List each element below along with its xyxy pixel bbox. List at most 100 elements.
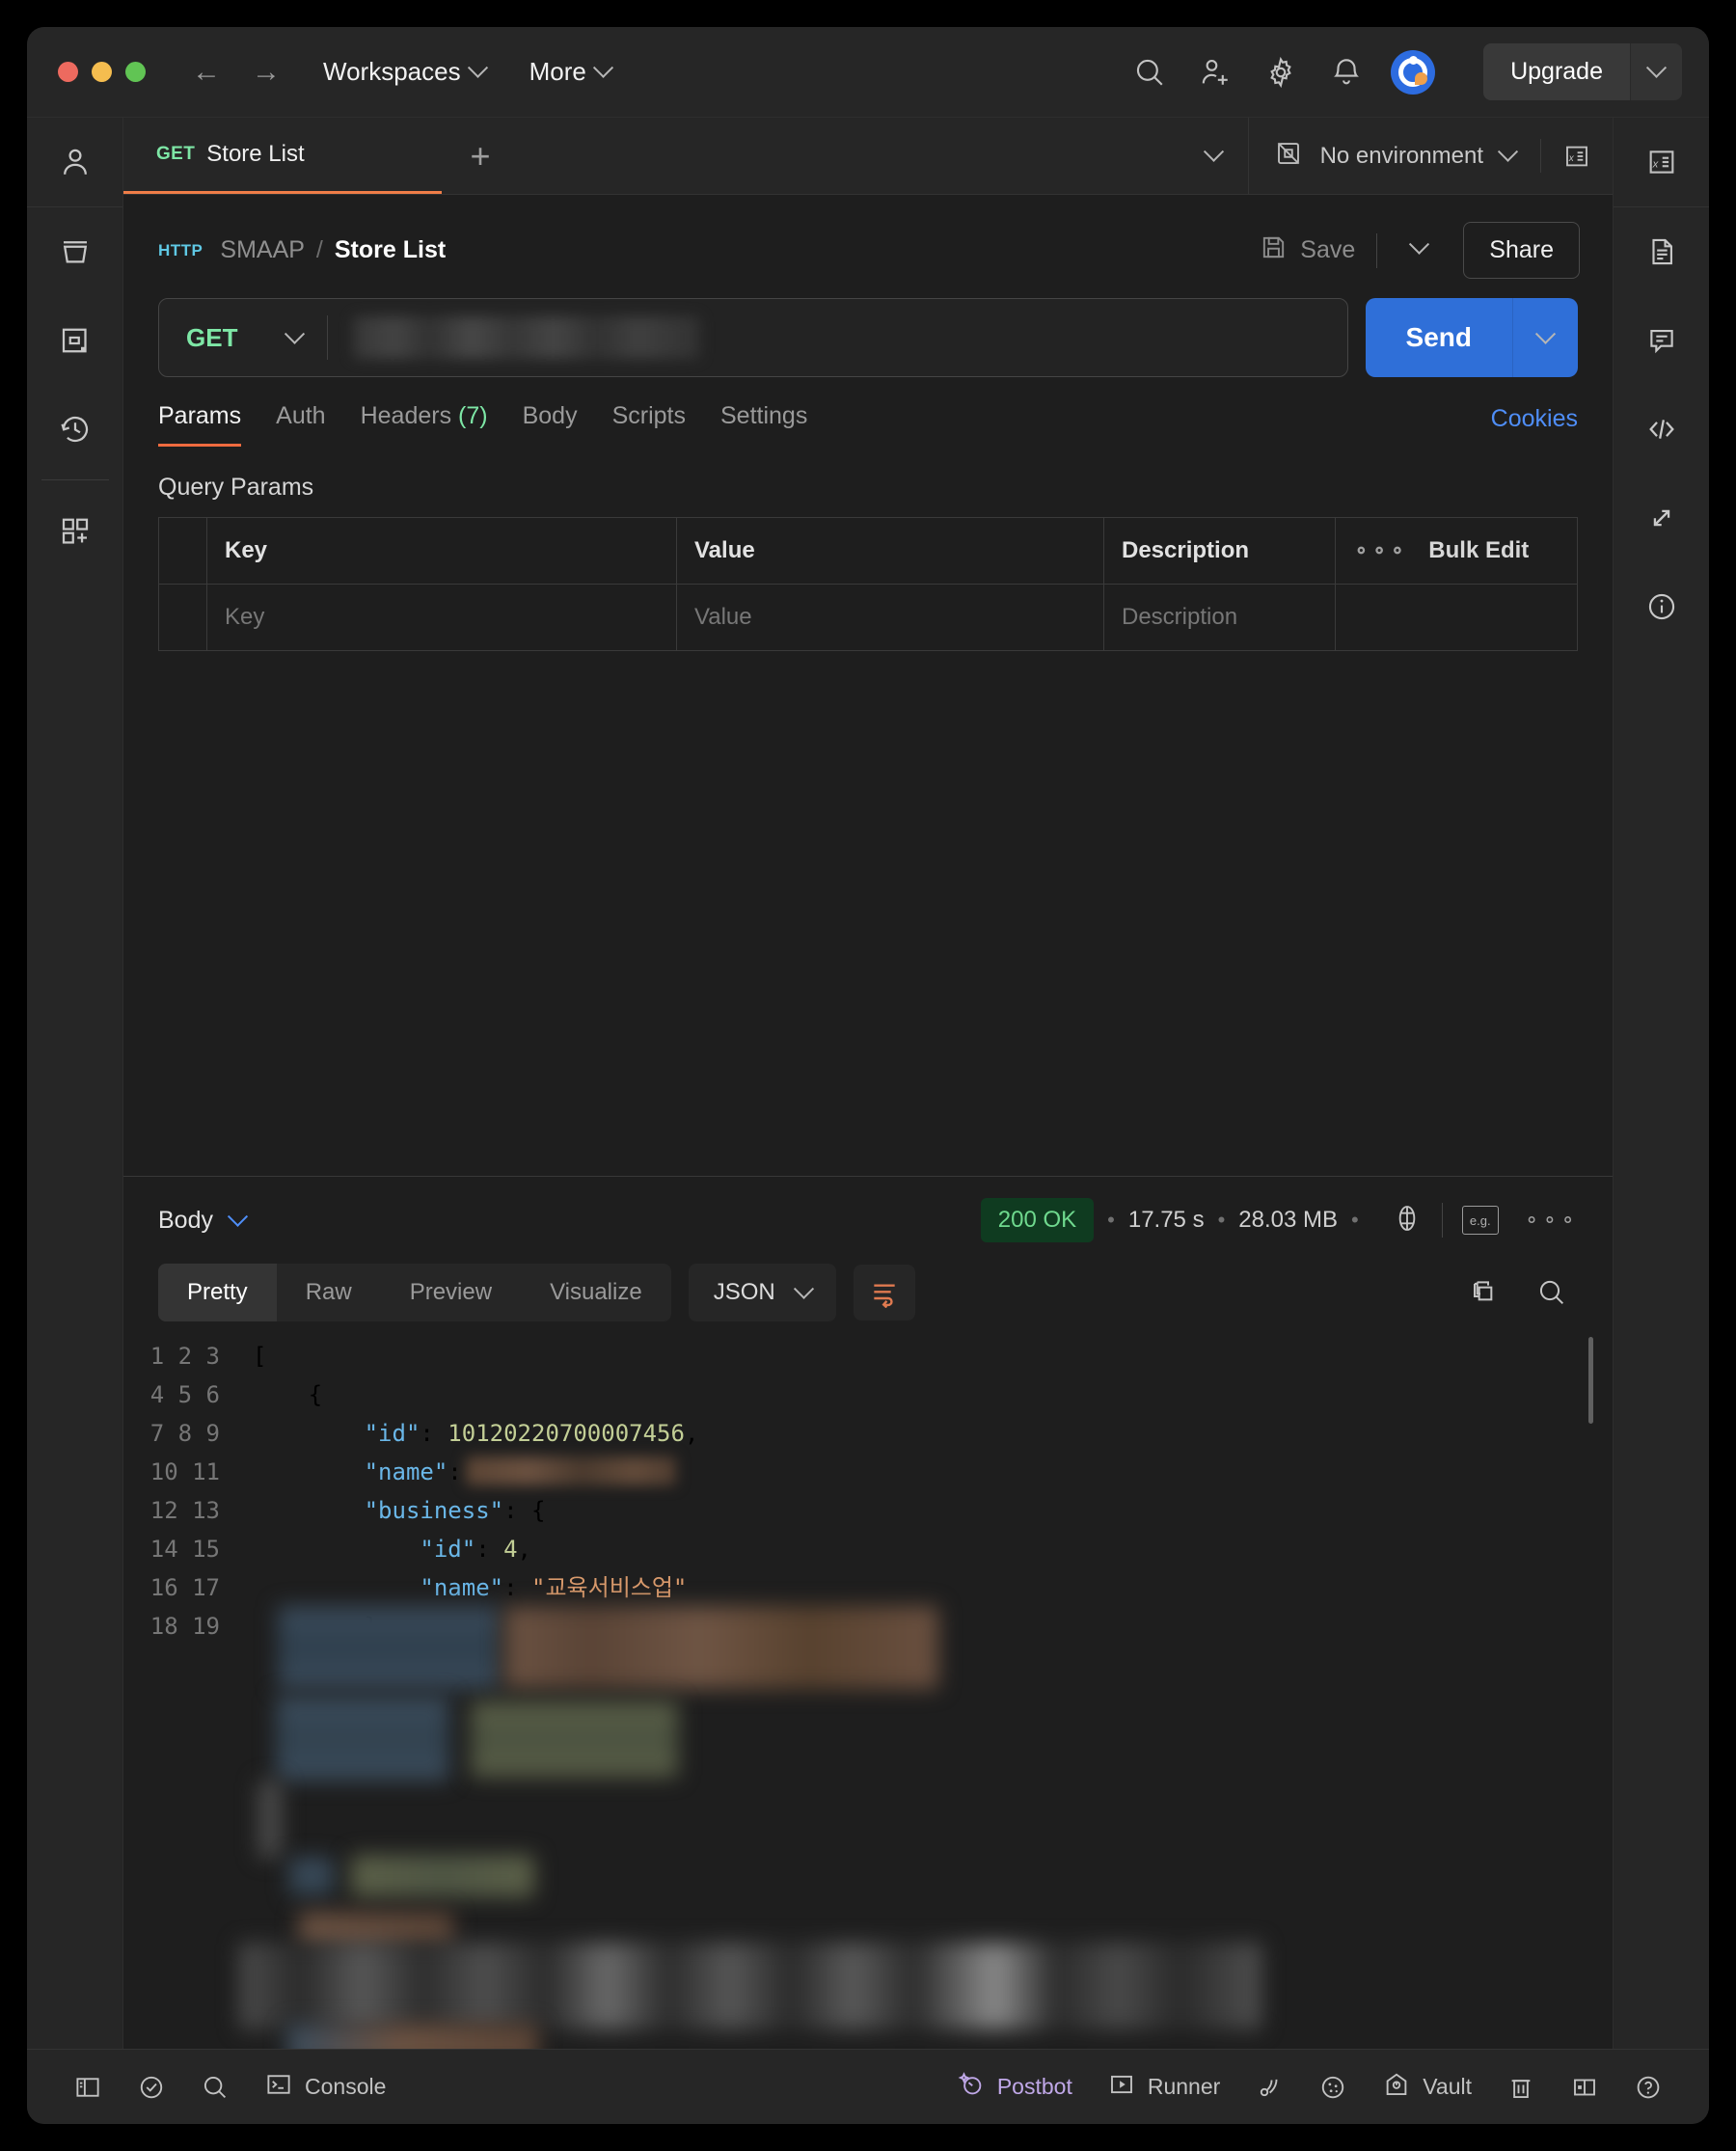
status-badge[interactable]: 200 OK	[980, 1198, 1095, 1242]
help-icon[interactable]	[1616, 2073, 1680, 2102]
response-size[interactable]: 28.03 MB	[1238, 1207, 1338, 1234]
response-body-selector[interactable]: Body	[158, 1206, 249, 1235]
sidebar-item-profile[interactable]	[27, 118, 123, 206]
example-response-icon[interactable]: e.g.	[1461, 1206, 1499, 1235]
wrap-lines-button[interactable]	[853, 1265, 915, 1321]
copy-icon[interactable]	[1456, 1266, 1508, 1319]
redacted-region	[258, 1781, 282, 1858]
breadcrumb-collection[interactable]: SMAAP	[220, 236, 305, 264]
view-tab-visualize[interactable]: Visualize	[521, 1264, 671, 1321]
toggle-sidebar-button[interactable]	[56, 2073, 120, 2102]
request-tab-name: Store List	[206, 141, 305, 167]
bulk-edit-cell: ⚬⚬⚬ Bulk Edit	[1336, 518, 1577, 584]
response-body-viewer[interactable]: 1 2 3 4 5 6 7 8 9 10 11 12 13 14 15 16 1…	[123, 1337, 1613, 2049]
view-tab-preview[interactable]: Preview	[381, 1264, 521, 1321]
close-window-button[interactable]	[58, 62, 78, 82]
postbot-button[interactable]: Postbot	[939, 2070, 1090, 2105]
environment-quick-look-icon[interactable]: x	[1541, 118, 1613, 194]
url-input[interactable]	[328, 299, 1346, 376]
chevron-down-icon	[1534, 323, 1557, 344]
response-more-options-icon[interactable]: ⚬⚬⚬	[1524, 1209, 1578, 1233]
cookies-icon[interactable]	[1301, 2073, 1365, 2102]
environment-label: No environment	[1319, 142, 1483, 169]
vault-button[interactable]: Vault	[1365, 2070, 1489, 2105]
save-label: Save	[1300, 236, 1356, 263]
center-column: GET Store List + No environment x HTTP S…	[123, 118, 1613, 2049]
back-arrow-icon[interactable]: ←	[192, 57, 221, 87]
sidebar-item-collections[interactable]	[27, 207, 123, 296]
sidebar-item-code-snippet[interactable]	[1614, 385, 1710, 474]
find-replace-icon[interactable]	[183, 2073, 247, 2102]
bell-icon[interactable]	[1325, 51, 1368, 94]
two-pane-layout-icon[interactable]	[1553, 2073, 1616, 2102]
http-method-selector[interactable]: GET	[159, 323, 327, 353]
chevron-down-icon	[227, 1206, 249, 1227]
request-tab-strip: GET Store List + No environment x	[123, 118, 1613, 195]
invite-user-icon[interactable]	[1194, 51, 1236, 94]
sidebar-item-new-app[interactable]	[27, 486, 123, 575]
sidebar-item-environment-quick-look[interactable]: x	[1614, 118, 1710, 206]
start-proxy-icon[interactable]	[1237, 2073, 1301, 2102]
response-format-selector[interactable]: JSON	[688, 1264, 836, 1321]
sidebar-item-comments[interactable]	[1614, 296, 1710, 385]
cookies-link[interactable]: Cookies	[1491, 405, 1578, 447]
response-body-label: Body	[158, 1206, 213, 1234]
save-options-button[interactable]	[1398, 233, 1440, 260]
redacted-region	[287, 2024, 538, 2049]
tabstrip-spacer	[519, 118, 1180, 194]
forward-arrow-icon[interactable]: →	[252, 57, 281, 87]
bulk-edit-button[interactable]: Bulk Edit	[1428, 537, 1529, 564]
avatar[interactable]	[1391, 49, 1436, 95]
tab-headers[interactable]: Headers (7)	[361, 402, 488, 447]
maximize-window-button[interactable]	[125, 62, 146, 82]
save-button[interactable]: Save	[1260, 233, 1355, 268]
request-tab-store-list[interactable]: GET Store List	[123, 118, 442, 194]
send-options-button[interactable]	[1512, 298, 1578, 377]
more-options-icon[interactable]: ⚬⚬⚬	[1353, 539, 1407, 563]
key-input[interactable]: Key	[207, 585, 677, 650]
description-input[interactable]: Description	[1104, 585, 1336, 650]
breadcrumb: HTTP SMAAP / Store List Save Share	[123, 195, 1613, 288]
sidebar-item-info[interactable]	[1614, 562, 1710, 651]
sidebar-item-history[interactable]	[27, 385, 123, 474]
send-button[interactable]: Send	[1365, 298, 1512, 377]
upgrade-dropdown-button[interactable]	[1630, 43, 1682, 100]
more-menu[interactable]: More	[529, 57, 613, 87]
gear-icon[interactable]	[1260, 51, 1302, 94]
new-tab-button[interactable]: +	[442, 118, 519, 194]
search-icon[interactable]	[1128, 51, 1171, 94]
row-checkbox[interactable]	[159, 585, 207, 650]
console-button[interactable]: Console	[247, 2070, 403, 2105]
tab-auth[interactable]: Auth	[276, 402, 325, 447]
network-globe-icon[interactable]	[1392, 1203, 1423, 1239]
view-tab-raw[interactable]: Raw	[277, 1264, 381, 1321]
sidebar-item-apis[interactable]	[27, 296, 123, 385]
url-redacted-overlay	[353, 316, 701, 359]
environment-selector[interactable]: No environment	[1247, 118, 1540, 194]
runner-button[interactable]: Runner	[1090, 2070, 1237, 2105]
minimize-window-button[interactable]	[92, 62, 112, 82]
trash-icon[interactable]	[1489, 2073, 1553, 2102]
sidebar-item-documentation[interactable]	[1614, 207, 1710, 296]
table-row: Key Value Description	[159, 585, 1577, 651]
tab-settings[interactable]: Settings	[720, 402, 807, 447]
tab-body[interactable]: Body	[523, 402, 578, 447]
sidebar-item-request-flow[interactable]	[1614, 474, 1710, 562]
status-check-icon[interactable]	[120, 2073, 183, 2102]
vault-label: Vault	[1423, 2074, 1472, 2099]
tab-scripts[interactable]: Scripts	[612, 402, 686, 447]
value-input[interactable]: Value	[677, 585, 1104, 650]
search-icon[interactable]	[1526, 1266, 1578, 1319]
separator-dot: •	[1107, 1208, 1115, 1232]
tab-params[interactable]: Params	[158, 402, 242, 447]
http-protocol-icon: HTTP	[158, 241, 203, 259]
tab-settings-label: Settings	[719, 402, 808, 429]
tab-list-dropdown-button[interactable]	[1180, 118, 1248, 194]
tab-auth-label: Auth	[276, 402, 326, 429]
workspaces-menu[interactable]: Workspaces	[323, 57, 488, 87]
response-time[interactable]: 17.75 s	[1128, 1207, 1205, 1234]
upgrade-button[interactable]: Upgrade	[1483, 43, 1630, 100]
view-tab-pretty[interactable]: Pretty	[158, 1264, 277, 1321]
vertical-scrollbar-thumb[interactable]	[1588, 1337, 1593, 1424]
share-button[interactable]: Share	[1463, 222, 1580, 279]
